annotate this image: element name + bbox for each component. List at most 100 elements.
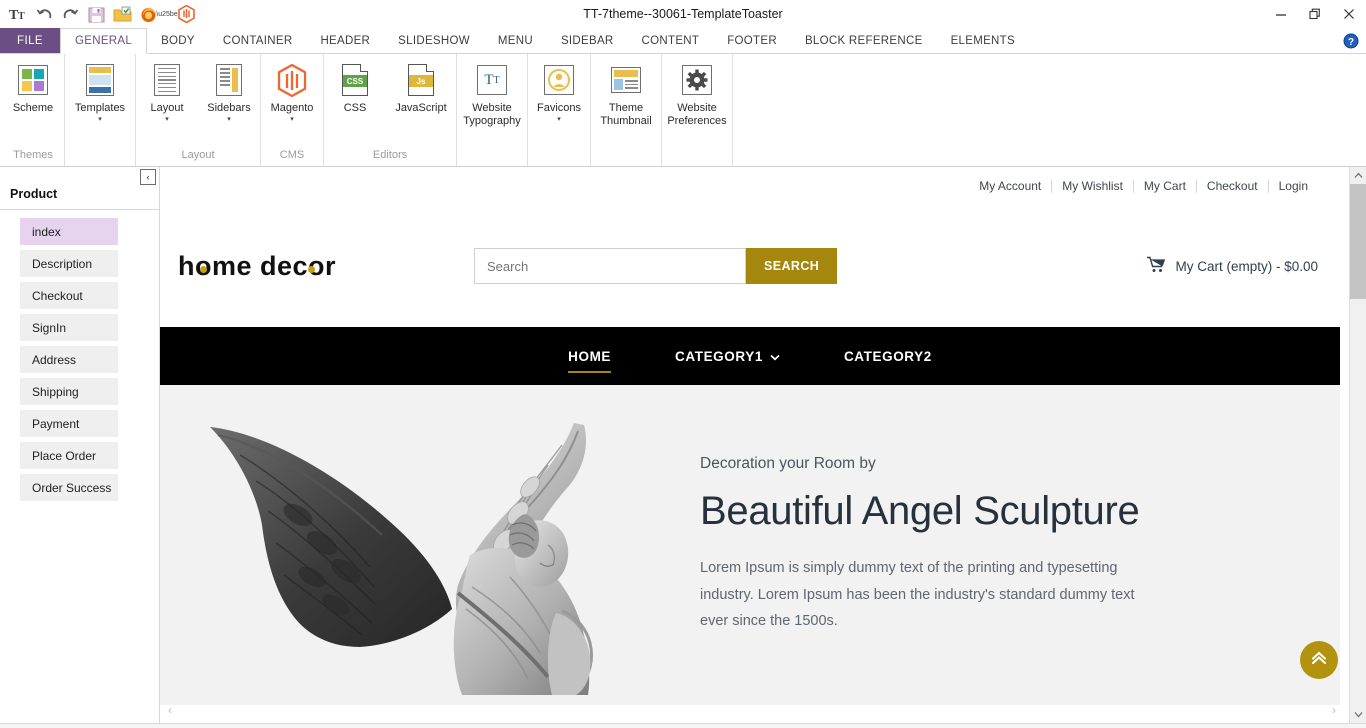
panel-title: Product	[0, 187, 159, 210]
ribbon-button-website-preferences[interactable]: Website Preferences	[662, 60, 732, 127]
pages-panel: ‹ Product index Description Checkout Sig…	[0, 167, 160, 723]
preview-firefox-icon[interactable]	[136, 2, 160, 26]
preview-next-arrow[interactable]: ›	[1332, 703, 1336, 717]
tab-file[interactable]: FILE	[0, 28, 60, 53]
help-icon[interactable]: ?	[1336, 28, 1366, 53]
ribbon-group-label-cms: CMS	[261, 148, 323, 166]
tab-header[interactable]: HEADER	[306, 28, 384, 53]
topbar-link-login[interactable]: Login	[1268, 180, 1318, 193]
tab-body[interactable]: BODY	[147, 28, 209, 53]
export-icon[interactable]	[110, 2, 134, 26]
topbar-link-my-cart[interactable]: My Cart	[1133, 180, 1196, 193]
topbar-link-my-wishlist[interactable]: My Wishlist	[1051, 180, 1133, 193]
ribbon-button-sidebars[interactable]: Sidebars ▾	[198, 60, 260, 124]
close-button[interactable]	[1332, 0, 1366, 28]
tab-container[interactable]: CONTAINER	[209, 28, 307, 53]
magento-icon[interactable]	[174, 2, 198, 26]
site-logo[interactable]: home decor	[178, 251, 438, 282]
quick-access-toolbar: TT \u25be	[0, 0, 198, 28]
preview-prev-arrow[interactable]: ‹	[168, 703, 172, 717]
hero-subtitle: Decoration your Room by	[700, 455, 1160, 473]
website-preview: My Account My Wishlist My Cart Checkout …	[160, 167, 1340, 723]
scroll-to-top-button[interactable]	[1300, 641, 1338, 679]
angel-sculpture-image	[170, 395, 640, 695]
scroll-down-arrow[interactable]	[1350, 706, 1366, 723]
page-item-shipping[interactable]: Shipping	[20, 378, 118, 406]
templates-dropdown-caret[interactable]: ▾	[98, 116, 102, 124]
window-title: TT-7theme--30061-TemplateToaster	[0, 0, 1366, 28]
page-item-description[interactable]: Description	[20, 250, 118, 278]
website-preferences-icon	[682, 62, 712, 98]
magento-icon	[277, 62, 307, 98]
preview-navbar: HOME CATEGORY1 CATEGORY2	[160, 327, 1340, 385]
tab-elements[interactable]: ELEMENTS	[937, 28, 1029, 53]
collapse-panel-button[interactable]: ‹	[140, 169, 156, 185]
ribbon-group-label-typography	[457, 148, 527, 166]
layout-dropdown-caret[interactable]: ▾	[165, 116, 169, 124]
nav-item-category2[interactable]: CATEGORY2	[812, 327, 964, 385]
sidebars-dropdown-caret[interactable]: ▾	[227, 116, 231, 124]
scroll-up-arrow[interactable]	[1350, 167, 1366, 184]
tab-content[interactable]: CONTENT	[628, 28, 714, 53]
vertical-scroll-track[interactable]	[1350, 184, 1366, 706]
save-icon[interactable]	[84, 2, 108, 26]
page-item-index[interactable]: index	[20, 218, 118, 246]
ribbon-label-layout: Layout	[150, 102, 183, 115]
ribbon-group-themes: Scheme Themes	[2, 54, 65, 166]
page-item-checkout[interactable]: Checkout	[20, 282, 118, 310]
ribbon-label-magento: Magento	[271, 102, 314, 115]
ribbon-label-theme-thumbnail: Theme Thumbnail	[600, 102, 651, 127]
quick-access-dropdown-caret[interactable]: \u25be	[162, 2, 172, 26]
double-chevron-up-icon	[1310, 650, 1328, 671]
ribbon-tab-strip: FILE GENERAL BODY CONTAINER HEADER SLIDE…	[0, 28, 1366, 54]
typography-icon[interactable]: TT	[6, 2, 30, 26]
search-input[interactable]	[474, 248, 746, 284]
search-button[interactable]: SEARCH	[746, 248, 837, 284]
ribbon-button-javascript[interactable]: Js JavaScript	[386, 60, 456, 115]
ribbon-group-favicons: Favicons ▾	[528, 54, 591, 166]
maximize-button[interactable]	[1298, 0, 1332, 28]
nav-item-category1[interactable]: CATEGORY1	[643, 327, 812, 385]
nav-item-home[interactable]: HOME	[536, 327, 643, 385]
favicons-dropdown-caret[interactable]: ▾	[557, 116, 561, 124]
ribbon-button-scheme[interactable]: Scheme	[2, 60, 64, 115]
ribbon-button-css[interactable]: CSS CSS	[324, 60, 386, 115]
ribbon-group-thumbnail: Theme Thumbnail	[591, 54, 662, 166]
undo-icon[interactable]	[32, 2, 56, 26]
tab-footer[interactable]: FOOTER	[713, 28, 791, 53]
page-item-payment[interactable]: Payment	[20, 410, 118, 438]
ribbon-group-cms: Magento ▾ CMS	[261, 54, 324, 166]
page-item-order-success[interactable]: Order Success	[20, 474, 118, 502]
ribbon-button-favicons[interactable]: Favicons ▾	[528, 60, 590, 124]
tab-slideshow[interactable]: SLIDESHOW	[384, 28, 484, 53]
cart-summary[interactable]: My Cart (empty) - $0.00	[1147, 256, 1318, 276]
ribbon-content: Scheme Themes Templates ▾	[0, 54, 1366, 167]
nav-label-category2: CATEGORY2	[844, 349, 932, 364]
ribbon-button-layout[interactable]: Layout ▾	[136, 60, 198, 124]
page-item-signin[interactable]: SignIn	[20, 314, 118, 342]
tab-sidebar[interactable]: SIDEBAR	[547, 28, 628, 53]
ribbon-label-website-preferences: Website Preferences	[667, 102, 726, 127]
ribbon-group-layout: Layout ▾ Sidebars ▾ Layout	[136, 54, 261, 166]
page-item-address[interactable]: Address	[20, 346, 118, 374]
topbar-link-checkout[interactable]: Checkout	[1196, 180, 1268, 193]
ribbon-button-theme-thumbnail[interactable]: Theme Thumbnail	[591, 60, 661, 127]
vertical-scroll-thumb[interactable]	[1350, 184, 1366, 299]
css-file-icon: CSS	[342, 62, 368, 98]
js-file-icon: Js	[408, 62, 434, 98]
magento-dropdown-caret[interactable]: ▾	[290, 116, 294, 124]
tab-menu[interactable]: MENU	[484, 28, 547, 53]
tab-block-reference[interactable]: BLOCK REFERENCE	[791, 28, 937, 53]
device-bar: Desktop Tablet Mobile	[0, 723, 1366, 728]
vertical-scrollbar[interactable]	[1349, 167, 1366, 723]
ribbon-group-preferences: Website Preferences	[662, 54, 733, 166]
ribbon-button-website-typography[interactable]: TT Website Typography	[457, 60, 527, 127]
page-item-place-order[interactable]: Place Order	[20, 442, 118, 470]
sidebars-icon	[216, 62, 242, 98]
ribbon-button-templates[interactable]: Templates ▾	[65, 60, 135, 124]
minimize-button[interactable]	[1264, 0, 1298, 28]
redo-icon[interactable]	[58, 2, 82, 26]
tab-general[interactable]: GENERAL	[60, 28, 147, 54]
topbar-link-my-account[interactable]: My Account	[969, 180, 1051, 193]
ribbon-button-magento[interactable]: Magento ▾	[261, 60, 323, 124]
